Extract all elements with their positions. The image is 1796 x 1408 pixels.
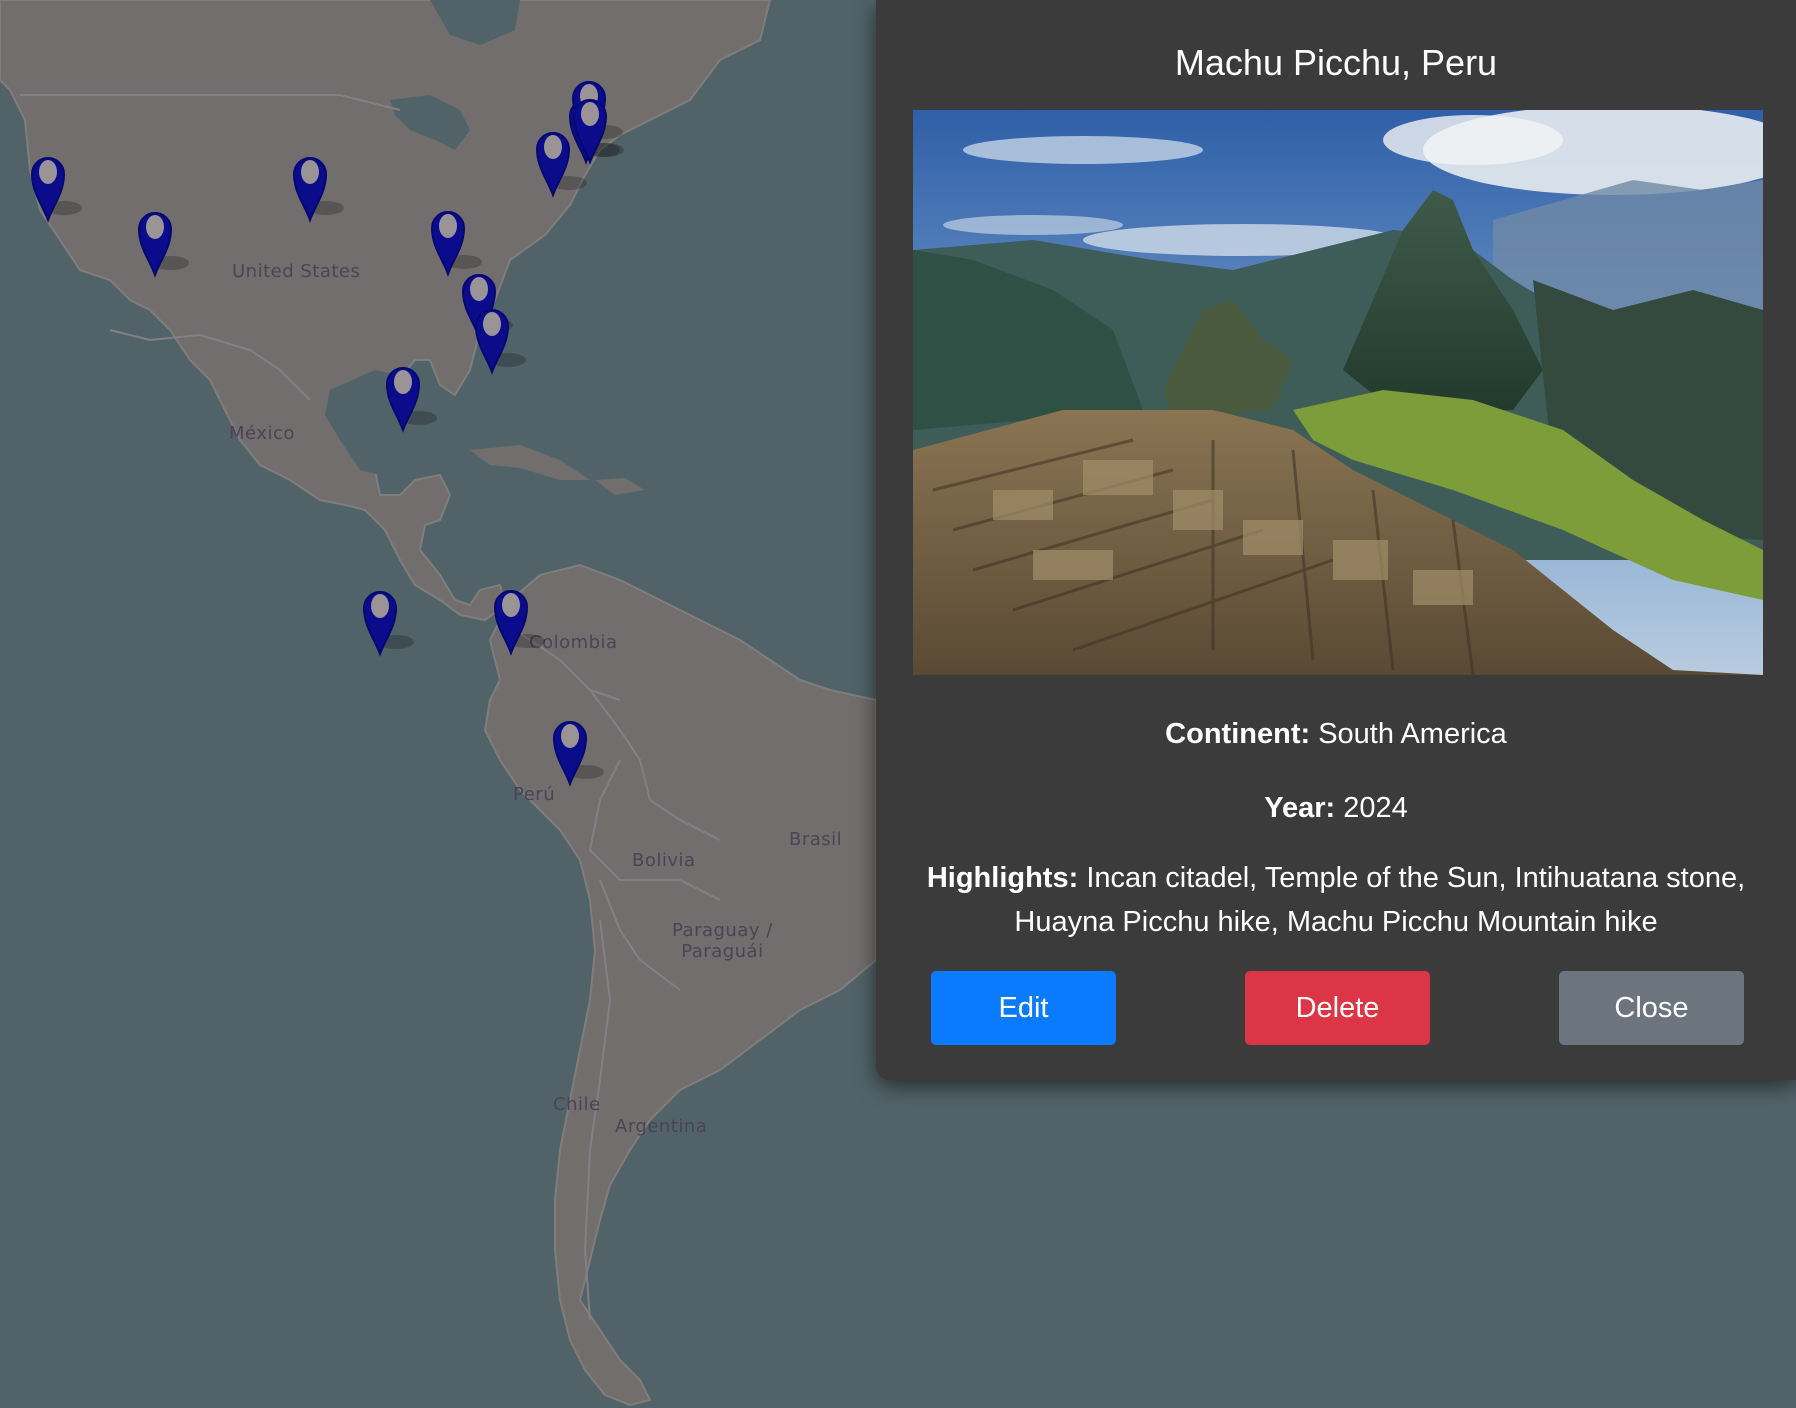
destination-modal: Machu Picchu, Peru Continent: South Amer… [876,0,1796,1080]
continent-label: Continent: [1165,718,1311,750]
map-label-brasil: Brasil [789,829,843,850]
map-label-bolivia: Bolivia [632,850,696,871]
map-pin-icon[interactable] [30,148,82,226]
landscape-photo-icon [913,110,1763,675]
year-row: Year: 2024 [906,786,1766,830]
map-label-peru: Perú [513,784,556,805]
continent-row: Continent: South America [906,712,1766,756]
highlights-label: Highlights: [926,862,1079,894]
map-label-paraguay: Paraguay / Paraguái [672,920,773,962]
map-label-mexico: México [229,423,295,444]
map-label-argentina: Argentina [615,1116,708,1137]
highlights-value: Incan citadel, Temple of the Sun, Intihu… [1014,862,1746,938]
map-pin-icon[interactable] [552,712,604,790]
delete-button[interactable]: Delete [1245,971,1430,1045]
close-button[interactable]: Close [1559,971,1744,1045]
continent-value: South America [1318,718,1507,750]
map-label-united-states: United States [232,261,361,282]
modal-title: Machu Picchu, Peru [1174,42,1498,83]
destination-photo [913,110,1763,675]
map-pin-icon[interactable] [137,203,189,281]
year-value: 2024 [1343,792,1408,824]
cuba [470,445,590,480]
map-pin-icon[interactable] [385,358,437,436]
map-pin-icon[interactable] [572,90,624,168]
edit-button[interactable]: Edit [931,971,1116,1045]
highlights-row: Highlights: Incan citadel, Temple of the… [906,856,1766,944]
map-pin-icon[interactable] [362,582,414,660]
map-pin-icon[interactable] [493,581,545,659]
map-pin-icon[interactable] [474,300,526,378]
south-america-landmass [483,563,877,1407]
year-label: Year: [1264,792,1336,824]
map-pin-icon[interactable] [292,148,344,226]
map-label-chile: Chile [553,1094,601,1115]
hispaniola [595,478,645,495]
